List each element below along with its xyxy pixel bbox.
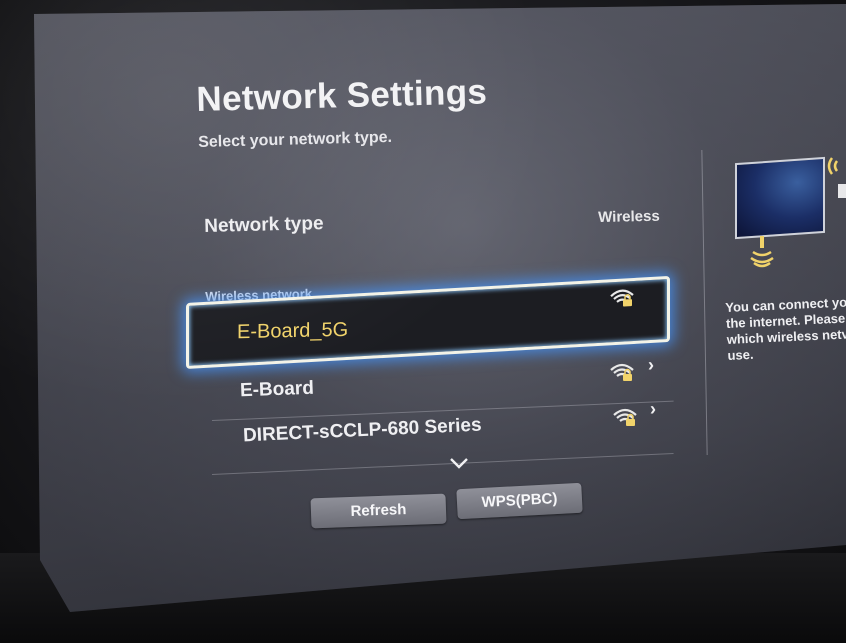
page-subtitle: Select your network type.: [198, 128, 393, 151]
network-name: E-Board_5G: [237, 318, 349, 344]
wifi-lock-icon: [613, 408, 637, 426]
wps-pbc-button[interactable]: WPS(PBC): [456, 482, 583, 520]
chevron-down-icon[interactable]: [449, 456, 469, 470]
wifi-lock-icon: [610, 289, 634, 307]
tv-illustration-icon: [735, 156, 825, 240]
refresh-button[interactable]: Refresh: [310, 493, 447, 529]
network-type-value[interactable]: Wireless: [598, 208, 660, 226]
panel-divider: [701, 150, 708, 455]
network-settings-screen: Network Settings Select your network typ…: [0, 0, 846, 643]
help-text: You can connect yo the internet. Please …: [725, 294, 846, 364]
network-name: E-Board: [239, 377, 315, 402]
tv-photo: Network Settings Select your network typ…: [0, 0, 846, 643]
network-name: DIRECT-sCCLP-680 Series: [242, 414, 482, 447]
chevron-right-icon: ›: [648, 355, 654, 375]
divider: [212, 453, 674, 475]
wifi-lock-icon: [610, 363, 634, 381]
router-signal-icon: [827, 157, 846, 198]
chevron-right-icon: ›: [650, 399, 656, 419]
network-type-label[interactable]: Network type: [204, 213, 324, 238]
signal-broadcast-icon: [750, 236, 774, 268]
page-title: Network Settings: [196, 72, 488, 119]
